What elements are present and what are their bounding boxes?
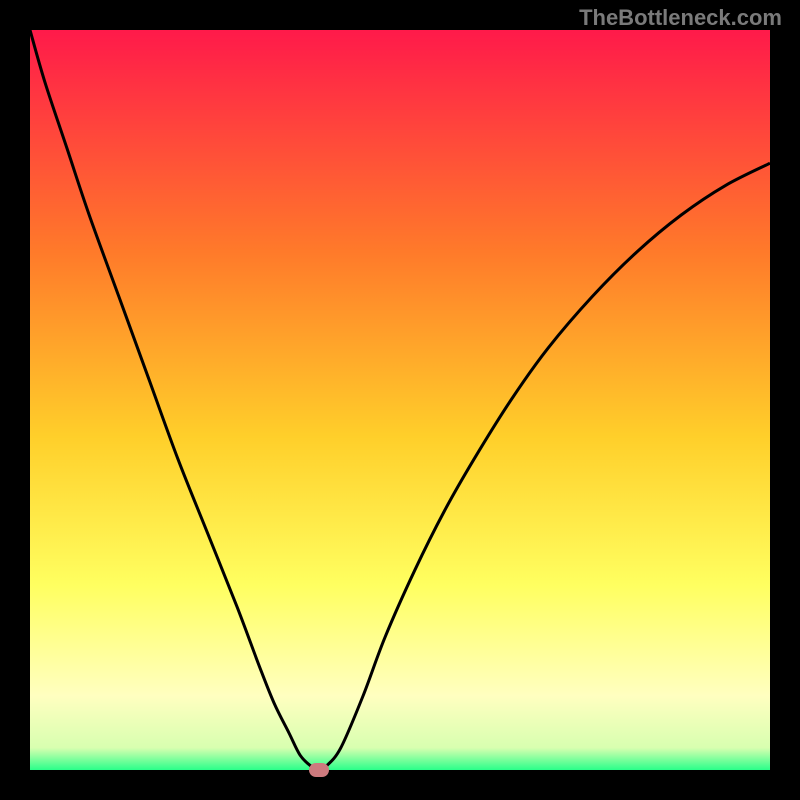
watermark-text: TheBottleneck.com: [579, 5, 782, 31]
plot-area: [30, 30, 770, 770]
chart-svg: [30, 30, 770, 770]
gradient-bg: [30, 30, 770, 770]
optimal-point-marker: [309, 763, 329, 777]
